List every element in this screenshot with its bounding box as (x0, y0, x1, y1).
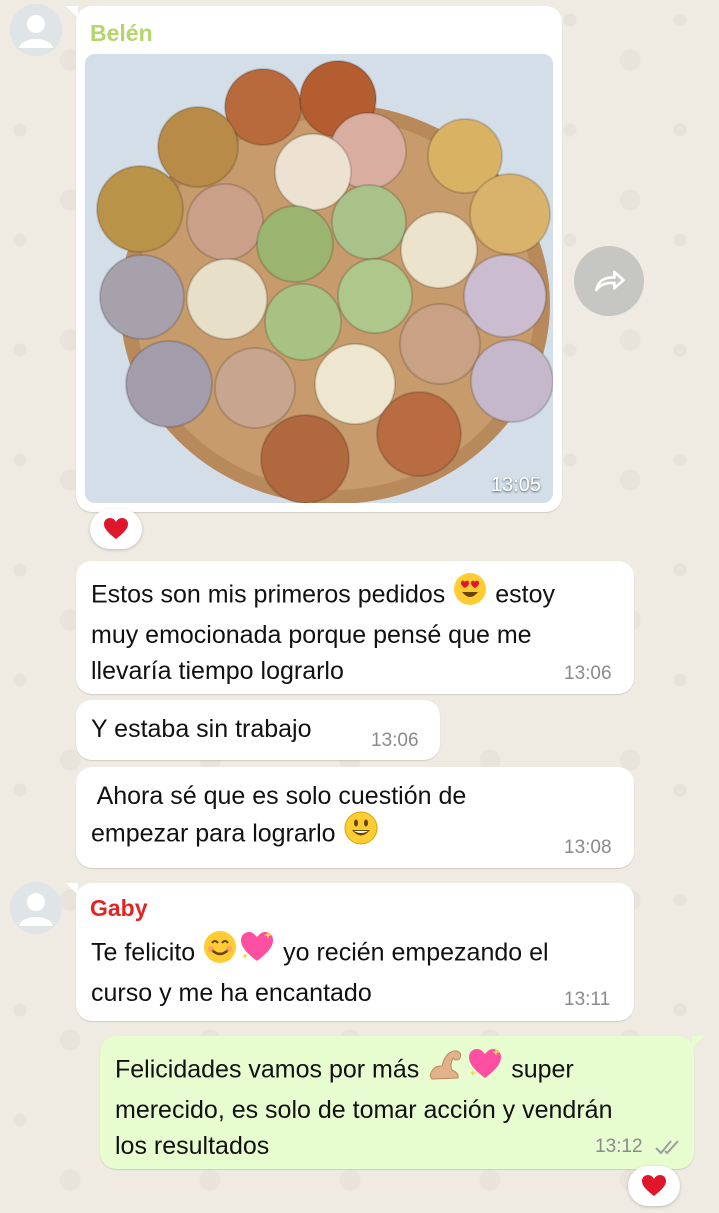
message-text: Te felicito yo recién empezando el curso… (91, 931, 631, 1011)
text-line: Felicidades vamos por más (115, 1055, 420, 1084)
heart-reaction-icon (642, 1175, 666, 1196)
image-message-bubble[interactable]: Belén 13:05 (66, 6, 562, 512)
message-time: 13:05 (490, 474, 541, 496)
bubble-tail (66, 883, 78, 895)
avatar-placeholder-icon (10, 882, 62, 934)
avatar-gaby[interactable] (10, 882, 62, 934)
message-text: Y estaba sin trabajo (91, 715, 312, 743)
message-time: 13:06 (371, 730, 419, 751)
forward-button[interactable] (574, 246, 644, 316)
text-line: Te felicito (91, 938, 196, 967)
text-line: Ahora sé que es solo cuestión de (91, 782, 467, 810)
flexed-biceps-emoji-icon (426, 1046, 466, 1092)
message-time: 13:06 (564, 663, 612, 684)
text-message-bubble[interactable]: Estos son mis primeros pedidos estoy muy… (76, 561, 634, 694)
forward-icon (595, 270, 625, 292)
message-time: 13:11 (564, 989, 611, 1010)
message-time: 13:08 (564, 837, 612, 858)
text-message-bubble[interactable]: Gaby Te felicito yo recién empezando el … (66, 883, 634, 1021)
text-line: estoy (495, 580, 555, 609)
sparkling-heart-emoji-icon (466, 1046, 504, 1092)
heart-reaction-icon (104, 518, 128, 539)
text-line: curso y me ha encantado (91, 979, 372, 1007)
text-line: merecido, es solo de tomar acción y vend… (115, 1096, 613, 1124)
avatar-placeholder-icon (10, 4, 62, 56)
avatar-belen[interactable] (10, 4, 62, 56)
bubble-tail (692, 1036, 704, 1048)
bubble-tail (66, 6, 78, 18)
photo-image (85, 54, 553, 503)
message-text: Ahora sé que es solo cuestión de empezar… (91, 778, 631, 856)
reaction-badge[interactable] (90, 509, 142, 549)
text-line: yo recién empezando el (283, 938, 549, 967)
text-line: los resultados (115, 1132, 270, 1160)
text-line: llevaría tiempo lograrlo (91, 657, 344, 685)
double-check-icon (655, 1140, 679, 1155)
sender-name: Belén (90, 20, 153, 46)
smiling-emoji-icon (202, 929, 238, 975)
message-text: Estos son mis primeros pedidos estoy muy… (91, 573, 631, 689)
sender-name: Gaby (90, 895, 148, 921)
message-time: 13:12 (595, 1136, 643, 1157)
outgoing-message-bubble[interactable]: Felicidades vamos por más super merecido… (100, 1036, 704, 1169)
grinning-emoji-icon (343, 810, 379, 856)
text-message-bubble[interactable]: Ahora sé que es solo cuestión de empezar… (76, 767, 634, 868)
sparkling-heart-emoji-icon (238, 929, 276, 975)
text-line: Estos son mis primeros pedidos (91, 580, 446, 609)
text-line: super (511, 1055, 574, 1084)
heart-eyes-emoji-icon (452, 571, 488, 617)
text-line: muy emocionada porque pensé que me (91, 621, 532, 649)
text-line: empezar para lograrlo (91, 819, 336, 848)
shared-photo[interactable]: 13:05 (85, 54, 553, 503)
reaction-badge[interactable] (628, 1166, 680, 1206)
text-message-bubble[interactable]: Y estaba sin trabajo 13:06 (76, 700, 440, 760)
